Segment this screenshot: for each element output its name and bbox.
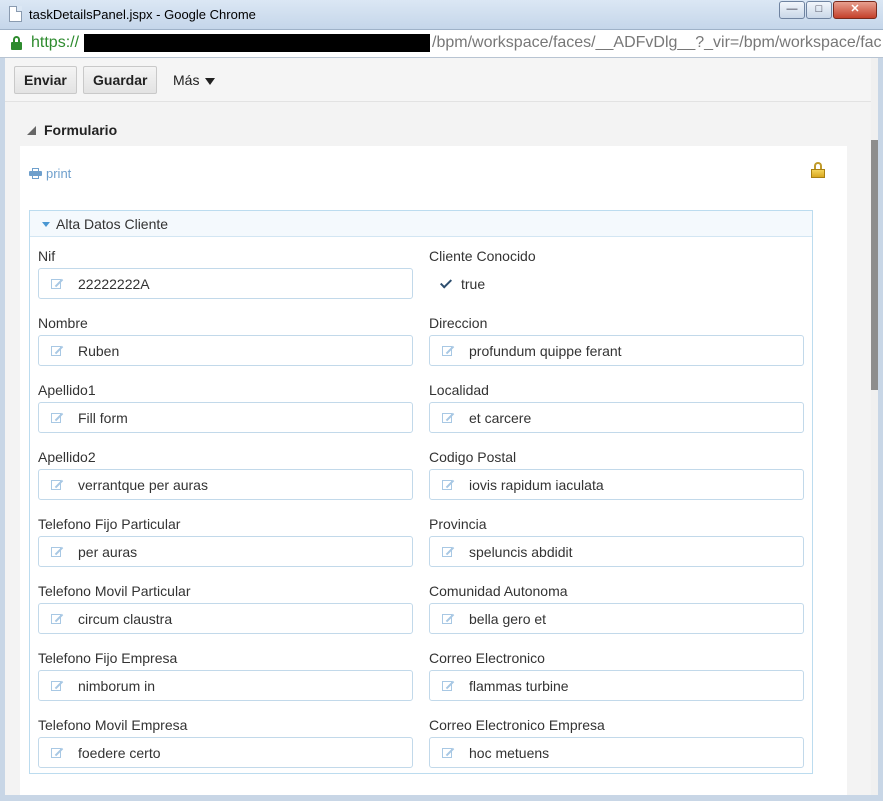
field-value: circum claustra bbox=[78, 611, 173, 627]
field-value: nimborum in bbox=[78, 678, 156, 694]
print-link[interactable]: print bbox=[29, 166, 71, 181]
edit-icon bbox=[51, 412, 64, 423]
nif-input[interactable]: 22222222A bbox=[38, 268, 413, 299]
enviar-button[interactable]: Enviar bbox=[14, 66, 77, 94]
field-label: Telefono Fijo Empresa bbox=[38, 650, 178, 666]
window-titlebar: taskDetailsPanel.jspx - Google Chrome — … bbox=[0, 0, 883, 30]
telefono-fijo-particular-input[interactable]: per auras bbox=[38, 536, 413, 567]
field-value: verrantque per auras bbox=[78, 477, 208, 493]
codigo-postal-input[interactable]: iovis rapidum iaculata bbox=[429, 469, 804, 500]
field-value: speluncis abdidit bbox=[469, 544, 573, 560]
close-button[interactable]: ✕ bbox=[833, 1, 877, 19]
form-card: print Alta Datos Cliente Nif 22222222A N… bbox=[20, 146, 847, 795]
localidad-input[interactable]: et carcere bbox=[429, 402, 804, 433]
address-bar[interactable]: https:// /bpm/workspace/faces/__ADFvDlg_… bbox=[0, 30, 883, 58]
field-value: flammas turbine bbox=[469, 678, 569, 694]
edit-icon bbox=[51, 747, 64, 758]
edit-icon bbox=[442, 747, 455, 758]
edit-icon bbox=[442, 680, 455, 691]
field-label: Cliente Conocido bbox=[429, 248, 536, 264]
field-label: Apellido1 bbox=[38, 382, 96, 398]
padlock-icon bbox=[811, 162, 825, 178]
edit-icon bbox=[442, 613, 455, 624]
field-label: Correo Electronico bbox=[429, 650, 545, 666]
field-value: bella gero et bbox=[469, 611, 547, 627]
telefono-movil-empresa-input[interactable]: foedere certo bbox=[38, 737, 413, 768]
url-path: /bpm/workspace/faces/__ADFvDlg__?_vir=/b… bbox=[432, 34, 882, 51]
mas-label: Más bbox=[173, 72, 200, 88]
printer-icon bbox=[29, 168, 42, 179]
vertical-scrollbar[interactable] bbox=[871, 58, 878, 795]
field-label: Provincia bbox=[429, 516, 487, 532]
page-viewport: Enviar Guardar Más Formulario print Alta… bbox=[5, 58, 878, 795]
maximize-button[interactable]: □ bbox=[806, 1, 832, 19]
telefono-fijo-empresa-input[interactable]: nimborum in bbox=[38, 670, 413, 701]
field-value: Ruben bbox=[78, 343, 120, 359]
field-label: Direccion bbox=[429, 315, 488, 331]
field-label: Nif bbox=[38, 248, 56, 264]
provincia-input[interactable]: speluncis abdidit bbox=[429, 536, 804, 567]
field-label: Codigo Postal bbox=[429, 449, 517, 465]
alta-datos-cliente-panel: Alta Datos Cliente Nif 22222222A Nombre … bbox=[29, 210, 813, 774]
mas-menu[interactable]: Más bbox=[173, 72, 216, 88]
redacted-host bbox=[84, 34, 430, 52]
edit-icon bbox=[51, 680, 64, 691]
scrollbar-thumb[interactable] bbox=[871, 140, 878, 390]
section-title: Formulario bbox=[44, 122, 118, 138]
page-icon bbox=[9, 6, 22, 22]
field-value: hoc metuens bbox=[469, 745, 550, 761]
comunidad-autonoma-input[interactable]: bella gero et bbox=[429, 603, 804, 634]
field-value: per auras bbox=[78, 544, 138, 560]
field-label: Telefono Fijo Particular bbox=[38, 516, 181, 532]
edit-icon bbox=[51, 613, 64, 624]
cliente-conocido-checkbox[interactable] bbox=[439, 277, 453, 291]
expand-triangle-icon bbox=[42, 222, 50, 227]
field-value: 22222222A bbox=[78, 276, 150, 292]
apellido2-input[interactable]: verrantque per auras bbox=[38, 469, 413, 500]
checkbox-value: true bbox=[461, 276, 486, 292]
formulario-section: Formulario print Alta Datos Cliente Nif … bbox=[5, 102, 871, 795]
apellido1-input[interactable]: Fill form bbox=[38, 402, 413, 433]
field-value: profundum quippe ferant bbox=[469, 343, 622, 359]
minimize-button[interactable]: — bbox=[779, 1, 805, 19]
url-scheme: https:// bbox=[31, 34, 80, 51]
panel-header[interactable]: Alta Datos Cliente bbox=[30, 211, 812, 237]
field-value: Fill form bbox=[78, 410, 128, 426]
task-toolbar: Enviar Guardar Más bbox=[5, 58, 871, 102]
collapse-triangle-icon bbox=[27, 126, 36, 135]
lock-icon bbox=[11, 36, 22, 50]
field-value: iovis rapidum iaculata bbox=[469, 477, 604, 493]
chevron-down-icon bbox=[205, 77, 216, 85]
edit-icon bbox=[51, 546, 64, 557]
field-value: foedere certo bbox=[78, 745, 161, 761]
field-label: Correo Electronico Empresa bbox=[429, 717, 605, 733]
correo-electronico-empresa-input[interactable]: hoc metuens bbox=[429, 737, 804, 768]
edit-icon bbox=[51, 278, 64, 289]
window-bottom-border bbox=[0, 795, 883, 801]
direccion-input[interactable]: profundum quippe ferant bbox=[429, 335, 804, 366]
telefono-movil-particular-input[interactable]: circum claustra bbox=[38, 603, 413, 634]
edit-icon bbox=[51, 479, 64, 490]
field-label: Telefono Movil Particular bbox=[38, 583, 191, 599]
field-value: et carcere bbox=[469, 410, 532, 426]
field-label: Apellido2 bbox=[38, 449, 96, 465]
print-label: print bbox=[46, 166, 72, 181]
guardar-button[interactable]: Guardar bbox=[83, 66, 158, 94]
edit-icon bbox=[442, 546, 455, 557]
panel-title: Alta Datos Cliente bbox=[56, 216, 169, 232]
field-label: Localidad bbox=[429, 382, 489, 398]
window-title: taskDetailsPanel.jspx - Google Chrome bbox=[29, 7, 256, 22]
field-label: Telefono Movil Empresa bbox=[38, 717, 188, 733]
nombre-input[interactable]: Ruben bbox=[38, 335, 413, 366]
field-label: Nombre bbox=[38, 315, 88, 331]
edit-icon bbox=[442, 345, 455, 356]
window-controls: — □ ✕ bbox=[779, 1, 877, 19]
correo-electronico-input[interactable]: flammas turbine bbox=[429, 670, 804, 701]
field-label: Comunidad Autonoma bbox=[429, 583, 568, 599]
edit-icon bbox=[442, 412, 455, 423]
edit-icon bbox=[51, 345, 64, 356]
edit-icon bbox=[442, 479, 455, 490]
